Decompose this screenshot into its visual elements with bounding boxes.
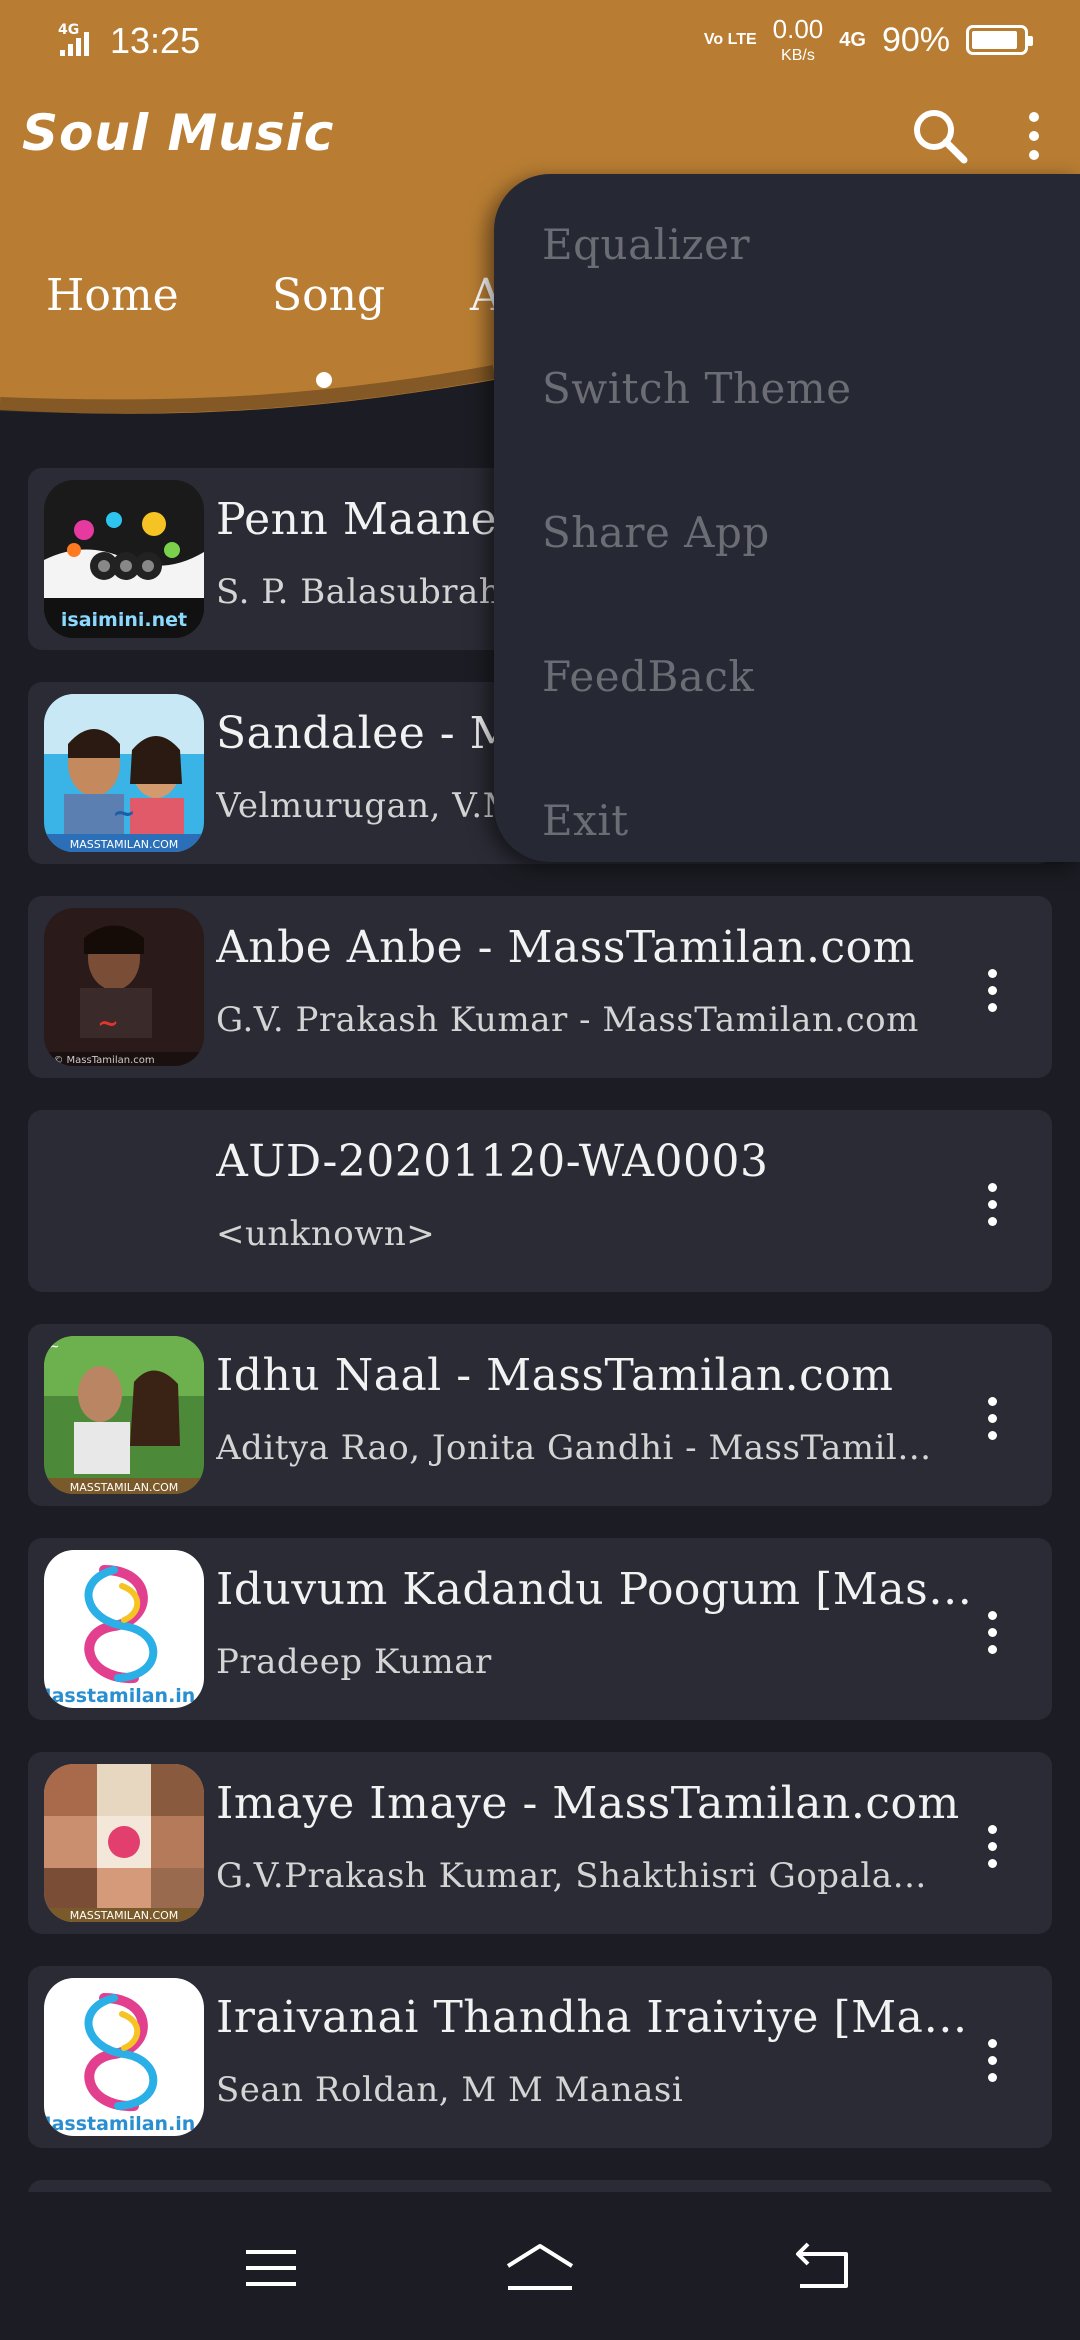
status-bar: 4G 13:25 Vo LTE 0.00 KB/s 4G 90% [0, 0, 1080, 84]
album-art: MASSTAMILAN.COM [44, 1764, 204, 1922]
more-vertical-icon [987, 1610, 997, 1620]
battery-icon [966, 25, 1033, 55]
selected-tab-indicator [316, 372, 332, 388]
song-row-partial[interactable] [28, 2180, 1052, 2192]
menu-item-share-app[interactable]: Share App [542, 508, 770, 557]
song-options-button[interactable] [972, 962, 1012, 1018]
home-icon [506, 2244, 574, 2290]
song-title: AUD-20201120-WA0003 [216, 1136, 769, 1187]
album-art: isaimini.net [44, 480, 204, 638]
more-vertical-icon [1029, 112, 1039, 122]
search-button[interactable] [908, 104, 972, 168]
song-artist: Sean Roldan, M M Manasi [216, 2070, 684, 2110]
menu-item-switch-theme[interactable]: Switch Theme [542, 364, 852, 413]
recents-button[interactable] [230, 2236, 310, 2300]
album-art: Masstamilan.in [44, 1550, 204, 1708]
song-options-button[interactable] [972, 1604, 1012, 1660]
song-artist: Aditya Rao, Jonita Gandhi - MassTamilan.… [216, 1428, 936, 1468]
menu-icon [246, 2250, 296, 2286]
song-options-button[interactable] [972, 2032, 1012, 2088]
overflow-menu: Equalizer Switch Theme Share App FeedBac… [494, 174, 1080, 862]
network-right-label: 4G [839, 29, 866, 51]
more-vertical-icon [987, 1182, 997, 1192]
album-art: ~ MASSTAMILAN.COM [44, 1336, 204, 1494]
song-title: Anbe Anbe - MassTamilan.com [216, 922, 915, 973]
album-art-title: ~ [50, 1340, 59, 1353]
album-art-text: Masstamilan.in [44, 2113, 195, 2135]
song-row[interactable]: ~ MASSTAMILAN.COM Idhu Naal - MassTamila… [28, 1324, 1052, 1506]
speed-unit: KB/s [781, 47, 815, 64]
app-title: Soul Music [22, 104, 335, 162]
song-options-button[interactable] [972, 1818, 1012, 1874]
volte-indicator: Vo LTE [703, 31, 757, 48]
back-icon [796, 2242, 848, 2288]
song-row[interactable]: ~ © MassTamilan.com Anbe Anbe - MassTami… [28, 896, 1052, 1078]
song-title: Imaye Imaye - MassTamilan.com [216, 1778, 960, 1829]
album-art-title: ~ [112, 796, 135, 829]
song-artist: <unknown> [216, 1214, 436, 1254]
album-art-title: ~ [97, 1009, 119, 1039]
battery-fill [972, 31, 1017, 49]
menu-item-exit[interactable]: Exit [542, 796, 629, 845]
more-vertical-icon [987, 2038, 997, 2048]
song-row[interactable]: Masstamilan.in Iduvum Kadandu Poogum [Ma… [28, 1538, 1052, 1720]
song-title: Idhu Naal - MassTamilan.com [216, 1350, 894, 1401]
network-left-label: 4G [58, 22, 79, 38]
song-title: Iduvum Kadandu Poogum [Masstamilan.in] [216, 1564, 976, 1615]
song-options-button[interactable] [972, 1390, 1012, 1446]
album-art-text: MASSTAMILAN.COM [70, 1481, 179, 1494]
network-speed: 0.00 KB/s [773, 16, 824, 64]
search-icon [914, 110, 968, 164]
song-artist: G.V.Prakash Kumar, Shakthisri Gopalan - … [216, 1856, 936, 1896]
song-artist: Pradeep Kumar [216, 1642, 492, 1682]
back-button[interactable] [780, 2236, 860, 2300]
tab-song[interactable]: Song [272, 270, 385, 321]
menu-item-equalizer[interactable]: Equalizer [542, 220, 750, 269]
album-art: Masstamilan.in [44, 1978, 204, 2136]
more-vertical-icon [987, 968, 997, 978]
song-artist: G.V. Prakash Kumar - MassTamilan.com [216, 1000, 919, 1040]
song-row[interactable]: AUD-20201120-WA0003 <unknown> [28, 1110, 1052, 1292]
status-right: Vo LTE 0.00 KB/s 4G 90% [703, 16, 1033, 64]
song-title: Iraivanai Thandha Iraiviye [Masstamilan.… [216, 1992, 976, 2043]
album-art-text: isaimini.net [61, 609, 187, 631]
speed-value: 0.00 [772, 14, 824, 44]
signal-icon: 4G [58, 22, 89, 56]
home-button[interactable] [500, 2236, 580, 2300]
overflow-menu-button[interactable] [1010, 104, 1058, 168]
menu-item-feedback[interactable]: FeedBack [542, 652, 754, 701]
album-art-text: MASSTAMILAN.COM [70, 838, 179, 851]
more-vertical-icon [987, 1824, 997, 1834]
battery-percent: 90% [881, 20, 950, 59]
album-art-text: Masstamilan.in [44, 1685, 195, 1707]
more-vertical-icon [987, 1396, 997, 1406]
song-row[interactable]: Masstamilan.in Iraivanai Thandha Iraiviy… [28, 1966, 1052, 2148]
album-art: ~ MASSTAMILAN.COM [44, 694, 204, 852]
system-nav-bar [0, 2196, 1080, 2340]
album-art: ~ © MassTamilan.com [44, 908, 204, 1066]
album-art-text: © MassTamilan.com [53, 1055, 154, 1066]
song-options-button[interactable] [972, 1176, 1012, 1232]
album-art-text: MASSTAMILAN.COM [70, 1909, 179, 1922]
song-row[interactable]: MASSTAMILAN.COM Imaye Imaye - MassTamila… [28, 1752, 1052, 1934]
status-time: 13:25 [110, 20, 201, 61]
tab-home[interactable]: Home [46, 270, 179, 321]
